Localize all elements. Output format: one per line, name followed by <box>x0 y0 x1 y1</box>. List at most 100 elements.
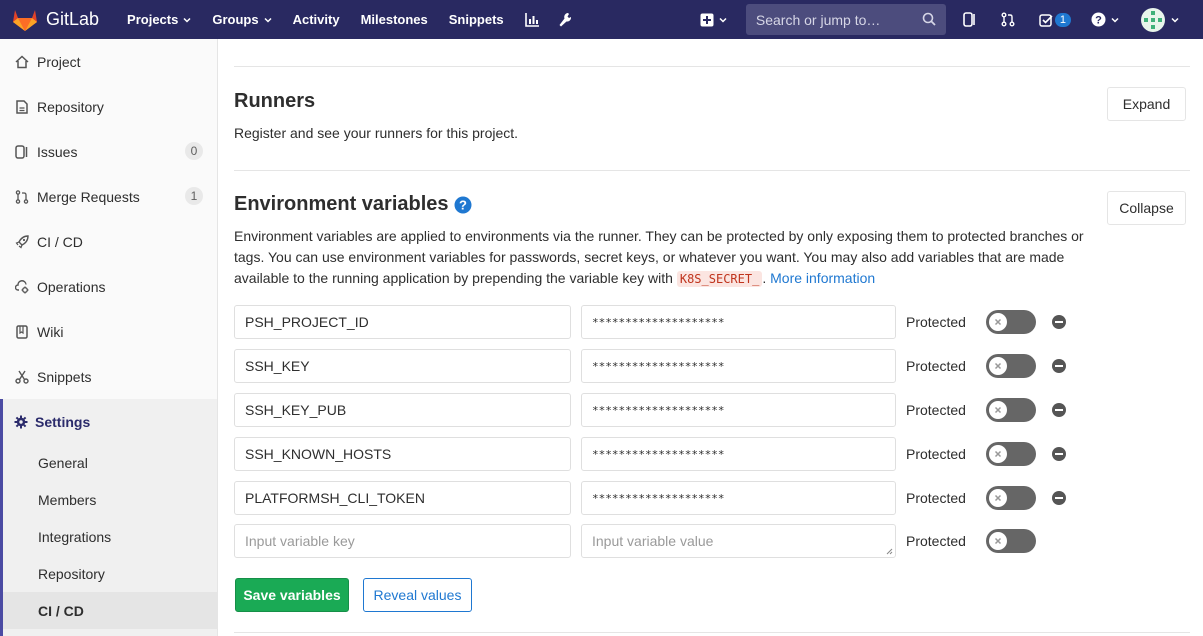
sidebar-item-label: Issues <box>37 143 78 160</box>
runners-expand-button[interactable]: Expand <box>1107 87 1186 121</box>
protected-toggle[interactable] <box>986 354 1036 378</box>
sidebar-item-label: Wiki <box>37 323 64 340</box>
doc-icon <box>14 99 30 115</box>
minus-icon <box>1055 453 1063 455</box>
search-placeholder: Search or jump to… <box>755 11 881 28</box>
variable-key-input[interactable]: SSH_KEY <box>234 349 571 383</box>
env-collapse-button[interactable]: Collapse <box>1107 191 1186 225</box>
chart-icon[interactable] <box>524 12 540 27</box>
new-variable-value-input[interactable]: Input variable value <box>581 524 896 558</box>
cloud-gear-icon <box>14 279 30 295</box>
sidebar-item-project[interactable]: Project <box>0 39 217 84</box>
protected-label: Protected <box>906 490 966 506</box>
new-variable-value-placeholder: Input variable value <box>592 533 714 549</box>
runners-title: Runners <box>234 90 316 112</box>
sidebar-subitem-repository[interactable]: Repository <box>3 555 217 592</box>
sidebar-item-label: Snippets <box>37 368 92 385</box>
variable-value-input[interactable]: ******************** <box>581 349 896 383</box>
user-menu-button[interactable] <box>1141 7 1179 32</box>
gear-icon <box>14 415 28 429</box>
sidebar-item-repository[interactable]: Repository <box>0 84 217 129</box>
variable-value-input[interactable]: ******************** <box>581 437 896 471</box>
protected-label: Protected <box>906 533 966 549</box>
remove-variable-button[interactable] <box>1052 403 1066 417</box>
sidebar-item-label: Settings <box>35 413 91 430</box>
issues-nav-button[interactable] <box>963 12 977 27</box>
more-information-link[interactable]: More information <box>770 270 875 286</box>
protected-toggle[interactable] <box>986 310 1036 334</box>
variable-row: PSH_PROJECT_ID ******************** Protec… <box>234 305 1084 339</box>
nav-snippets[interactable]: Snippets <box>449 12 504 27</box>
new-variable-key-input[interactable]: Input variable key <box>234 524 571 558</box>
project-sidebar: Project Repository Issues 0 Merge Reques… <box>0 39 218 636</box>
resize-grip-icon[interactable] <box>886 548 893 555</box>
help-dropdown-button[interactable]: ? <box>1091 12 1119 27</box>
merge-requests-nav-button[interactable] <box>1001 12 1015 27</box>
sidebar-settings-section: Settings General Members Integrations Re… <box>0 399 217 636</box>
wrench-icon[interactable] <box>558 12 572 28</box>
plus-square-icon <box>700 13 714 26</box>
nav-groups[interactable]: Groups <box>212 12 272 27</box>
sidebar-subitem-ci-cd[interactable]: CI / CD <box>3 592 217 629</box>
protected-toggle[interactable] <box>986 529 1036 553</box>
variable-value-input[interactable]: ******************** <box>581 481 896 515</box>
nav-milestones[interactable]: Milestones <box>361 12 428 27</box>
remove-variable-button[interactable] <box>1052 315 1066 329</box>
divider <box>234 170 1190 171</box>
env-description-text: Environment variables are applied to env… <box>234 228 1084 286</box>
sidebar-subitem-integrations[interactable]: Integrations <box>3 518 217 555</box>
variable-value-input[interactable]: ******************** <box>581 393 896 427</box>
divider <box>234 632 1190 633</box>
protected-toggle[interactable] <box>986 442 1036 466</box>
k8s-secret-code: K8S_SECRET_ <box>676 271 763 287</box>
sidebar-item-issues[interactable]: Issues 0 <box>0 129 217 174</box>
identicon-icon <box>1144 10 1162 29</box>
protected-label: Protected <box>906 402 966 418</box>
variable-key-input[interactable]: PLATFORMSH_CLI_TOKEN <box>234 481 571 515</box>
gitlab-home-link[interactable]: GitLab <box>12 0 99 39</box>
new-dropdown-button[interactable] <box>700 13 727 27</box>
svg-text:?: ? <box>459 197 467 212</box>
reveal-values-button[interactable]: Reveal values <box>363 578 472 612</box>
chevron-down-icon <box>1171 17 1179 23</box>
remove-variable-button[interactable] <box>1052 447 1066 461</box>
sidebar-item-settings[interactable]: Settings <box>3 399 217 444</box>
variable-key-input[interactable]: SSH_KNOWN_HOSTS <box>234 437 571 471</box>
sidebar-item-label: CI / CD <box>37 233 83 250</box>
save-variables-button[interactable]: Save variables <box>235 578 349 612</box>
sidebar-item-wiki[interactable]: Wiki <box>0 309 217 354</box>
sidebar-item-label: Merge Requests <box>37 188 140 205</box>
nav-activity[interactable]: Activity <box>293 12 340 27</box>
todos-button[interactable]: 1 <box>1039 12 1071 27</box>
close-icon <box>989 357 1007 375</box>
variable-value-input[interactable]: ******************** <box>581 305 896 339</box>
minus-icon <box>1055 365 1063 367</box>
nav-projects[interactable]: Projects <box>127 12 191 27</box>
remove-variable-button[interactable] <box>1052 359 1066 373</box>
nav-groups-label: Groups <box>212 12 259 27</box>
protected-label: Protected <box>906 358 966 374</box>
variable-key-input[interactable]: SSH_KEY_PUB <box>234 393 571 427</box>
protected-toggle[interactable] <box>986 486 1036 510</box>
sidebar-item-operations[interactable]: Operations <box>0 264 217 309</box>
sidebar-item-snippets[interactable]: Snippets <box>0 354 217 399</box>
help-circle-icon[interactable]: ? <box>454 196 472 214</box>
remove-variable-button[interactable] <box>1052 491 1066 505</box>
divider <box>234 66 1190 67</box>
rocket-icon <box>14 234 30 250</box>
search-input[interactable]: Search or jump to… <box>745 4 946 35</box>
sidebar-item-label: Project <box>37 53 81 70</box>
help-icon: ? <box>1091 12 1106 27</box>
avatar <box>1141 7 1165 32</box>
merge-request-icon <box>14 189 30 205</box>
issues-icon <box>14 144 30 160</box>
protected-toggle[interactable] <box>986 398 1036 422</box>
close-icon <box>989 313 1007 331</box>
svg-text:?: ? <box>1095 15 1102 27</box>
protected-label: Protected <box>906 446 966 462</box>
sidebar-subitem-general[interactable]: General <box>3 444 217 481</box>
sidebar-item-merge-requests[interactable]: Merge Requests 1 <box>0 174 217 219</box>
variable-key-input[interactable]: PSH_PROJECT_ID <box>234 305 571 339</box>
sidebar-subitem-members[interactable]: Members <box>3 481 217 518</box>
sidebar-item-ci-cd[interactable]: CI / CD <box>0 219 217 264</box>
